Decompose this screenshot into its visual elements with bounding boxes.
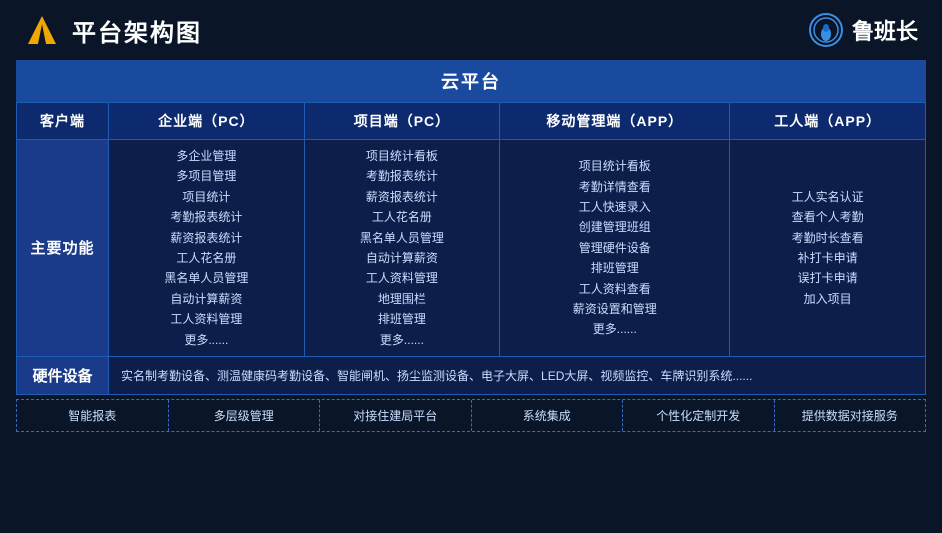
- list-item: 考勤报表统计: [309, 166, 496, 186]
- list-item: 工人实名认证: [734, 187, 921, 207]
- feature-integration: 系统集成: [472, 400, 624, 431]
- list-item: 薪资报表统计: [309, 187, 496, 207]
- list-item: 考勤报表统计: [113, 207, 300, 227]
- col-header-project: 项目端（PC）: [304, 103, 500, 140]
- list-item: 查看个人考勤: [734, 207, 921, 227]
- list-item: 考勤详情查看: [504, 177, 725, 197]
- main-content: 云平台 客户端 企业端（PC） 项目端（PC） 移动管理端（APP） 工人端（A…: [0, 60, 942, 440]
- enterprise-feature-list: 多企业管理 多项目管理 项目统计 考勤报表统计 薪资报表统计 工人花名册 黑名单…: [113, 146, 300, 350]
- list-item: 更多......: [504, 319, 725, 339]
- list-item: 工人资料管理: [113, 309, 300, 329]
- list-item: 排班管理: [309, 309, 496, 329]
- hardware-label: 硬件设备: [17, 356, 109, 394]
- col-header-client: 客户端: [17, 103, 109, 140]
- hardware-row: 硬件设备 实名制考勤设备、测温健康码考勤设备、智能闸机、扬尘监测设备、电子大屏、…: [17, 356, 926, 394]
- brand-icon: [808, 12, 844, 48]
- list-item: 更多......: [113, 330, 300, 350]
- column-headers-row: 客户端 企业端（PC） 项目端（PC） 移动管理端（APP） 工人端（APP）: [17, 103, 926, 140]
- project-features: 项目统计看板 考勤报表统计 薪资报表统计 工人花名册 黑名单人员管理 自动计算薪…: [304, 140, 500, 357]
- list-item: 管理硬件设备: [504, 238, 725, 258]
- hardware-content: 实名制考勤设备、测温健康码考勤设备、智能闸机、扬尘监测设备、电子大屏、LED大屏…: [109, 356, 926, 394]
- cloud-platform-bar: 云平台: [16, 60, 926, 102]
- list-item: 薪资设置和管理: [504, 299, 725, 319]
- logo-icon: [24, 12, 60, 48]
- brand-name: 鲁班长: [852, 14, 918, 46]
- list-item: 黑名单人员管理: [113, 268, 300, 288]
- list-item: 工人资料查看: [504, 279, 725, 299]
- list-item: 项目统计看板: [504, 156, 725, 176]
- project-feature-list: 项目统计看板 考勤报表统计 薪资报表统计 工人花名册 黑名单人员管理 自动计算薪…: [309, 146, 496, 350]
- main-features-label: 主要功能: [17, 140, 109, 357]
- feature-smart-report: 智能报表: [17, 400, 169, 431]
- feature-government: 对接住建局平台: [320, 400, 472, 431]
- feature-custom: 个性化定制开发: [623, 400, 775, 431]
- list-item: 创建管理班组: [504, 217, 725, 237]
- feature-multilevel: 多层级管理: [169, 400, 321, 431]
- brand-logo: 鲁班长: [808, 12, 918, 48]
- list-item: 地理围栏: [309, 289, 496, 309]
- list-item: 自动计算薪资: [113, 289, 300, 309]
- list-item: 误打卡申请: [734, 268, 921, 288]
- main-features-row: 主要功能 多企业管理 多项目管理 项目统计 考勤报表统计 薪资报表统计 工人花名…: [17, 140, 926, 357]
- list-item: 考勤时长查看: [734, 228, 921, 248]
- list-item: 多企业管理: [113, 146, 300, 166]
- list-item: 自动计算薪资: [309, 248, 496, 268]
- bottom-features: 智能报表 多层级管理 对接住建局平台 系统集成 个性化定制开发 提供数据对接服务: [16, 399, 926, 432]
- list-item: 加入项目: [734, 289, 921, 309]
- list-item: 工人花名册: [309, 207, 496, 227]
- list-item: 工人花名册: [113, 248, 300, 268]
- list-item: 工人快速录入: [504, 197, 725, 217]
- list-item: 多项目管理: [113, 166, 300, 186]
- list-item: 补打卡申请: [734, 248, 921, 268]
- enterprise-features: 多企业管理 多项目管理 项目统计 考勤报表统计 薪资报表统计 工人花名册 黑名单…: [109, 140, 305, 357]
- col-header-enterprise: 企业端（PC）: [109, 103, 305, 140]
- list-item: 排班管理: [504, 258, 725, 278]
- platform-table: 客户端 企业端（PC） 项目端（PC） 移动管理端（APP） 工人端（APP） …: [16, 102, 926, 395]
- mobile-feature-list: 项目统计看板 考勤详情查看 工人快速录入 创建管理班组 管理硬件设备 排班管理 …: [504, 156, 725, 340]
- col-header-worker: 工人端（APP）: [730, 103, 926, 140]
- list-item: 项目统计看板: [309, 146, 496, 166]
- list-item: 工人资料管理: [309, 268, 496, 288]
- worker-features: 工人实名认证 查看个人考勤 考勤时长查看 补打卡申请 误打卡申请 加入项目: [730, 140, 926, 357]
- worker-feature-list: 工人实名认证 查看个人考勤 考勤时长查看 补打卡申请 误打卡申请 加入项目: [734, 187, 921, 309]
- list-item: 薪资报表统计: [113, 228, 300, 248]
- list-item: 项目统计: [113, 187, 300, 207]
- header: 平台架构图 鲁班长: [0, 0, 942, 60]
- list-item: 黑名单人员管理: [309, 228, 496, 248]
- header-left: 平台架构图: [24, 12, 202, 48]
- mobile-features: 项目统计看板 考勤详情查看 工人快速录入 创建管理班组 管理硬件设备 排班管理 …: [500, 140, 730, 357]
- feature-data-service: 提供数据对接服务: [775, 400, 926, 431]
- list-item: 更多......: [309, 330, 496, 350]
- page-title: 平台架构图: [72, 13, 202, 48]
- col-header-mobile: 移动管理端（APP）: [500, 103, 730, 140]
